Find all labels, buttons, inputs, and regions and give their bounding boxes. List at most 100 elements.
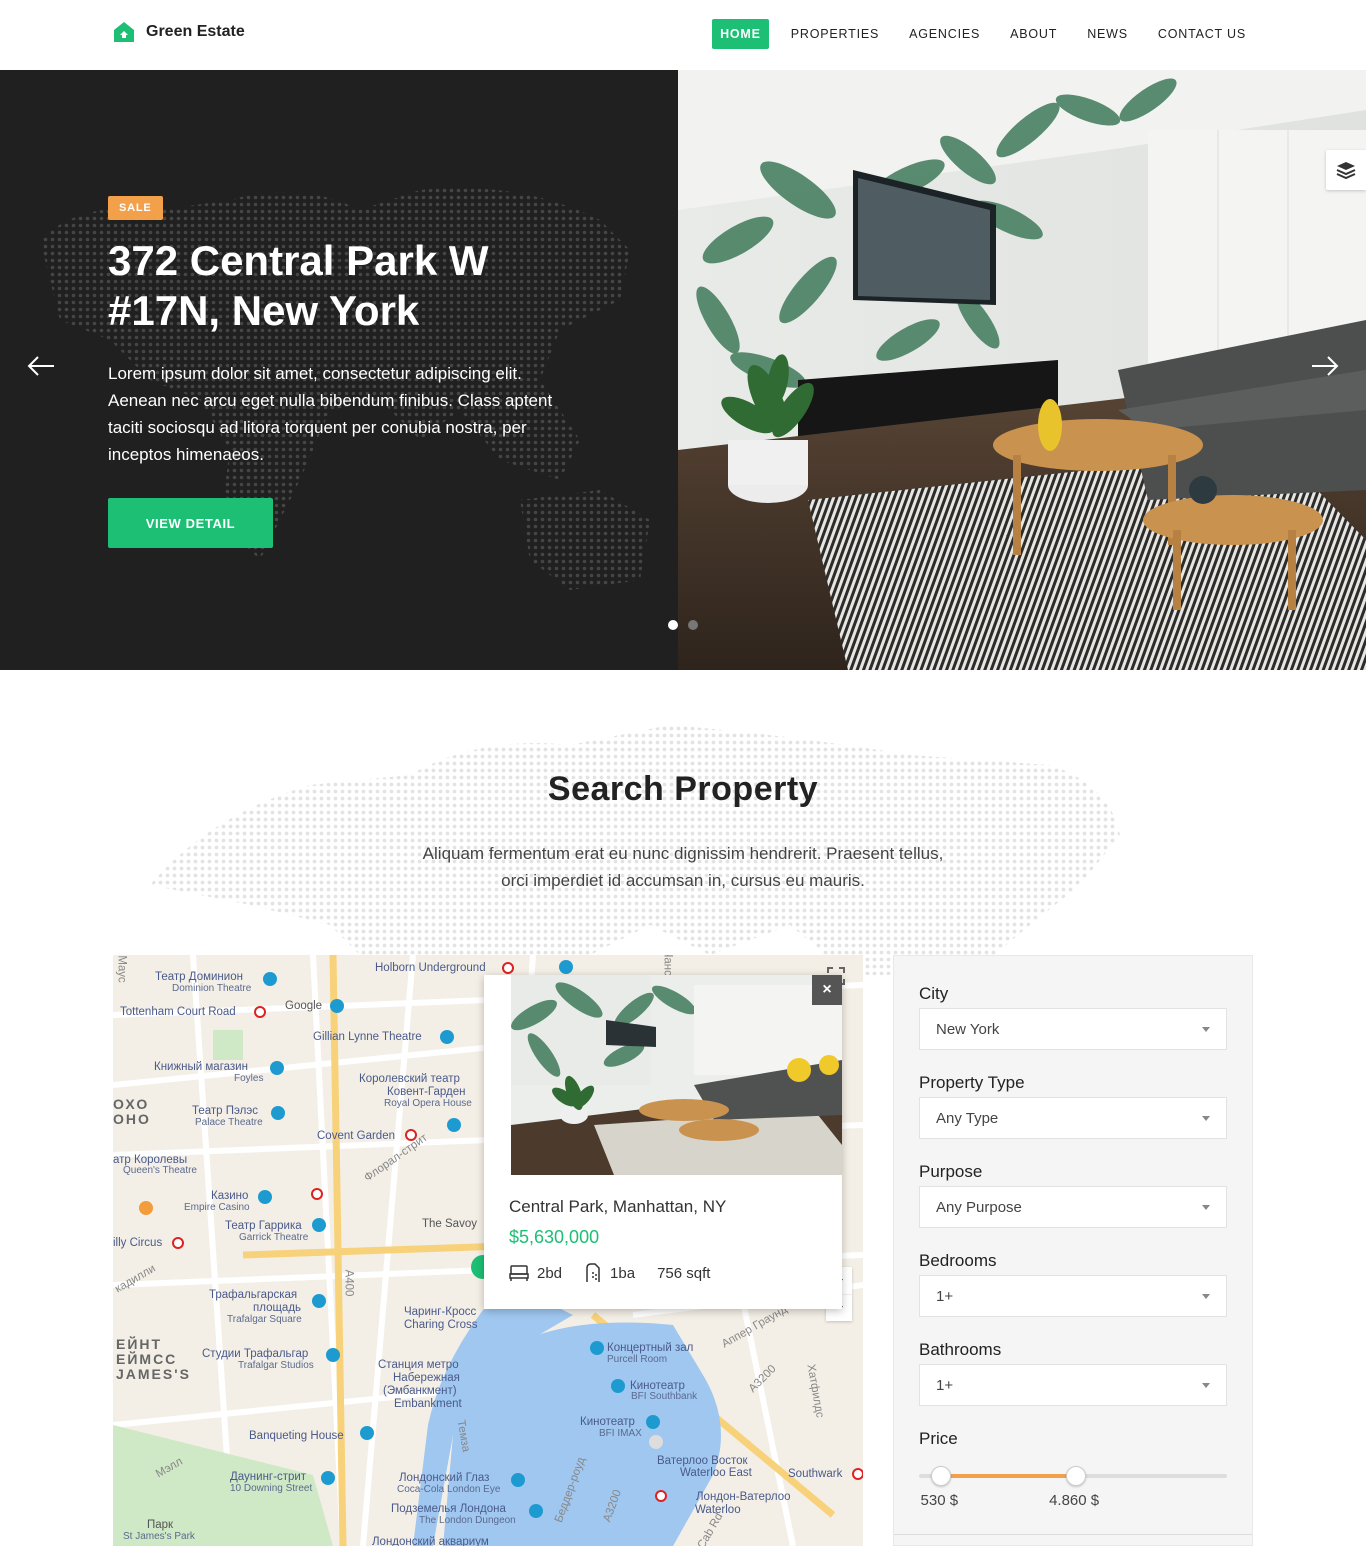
map-label: Tottenham Court Road [120,1006,236,1018]
map-label: площадь [253,1302,302,1314]
map-label: Empire Casino [184,1202,250,1213]
purpose-label: Purpose [919,1162,983,1181]
map-label: Foyles [234,1073,264,1084]
popup-meta: 2bd 1ba 756 sqft [509,1263,724,1283]
map-label: Banqueting House [249,1430,344,1442]
map-label: Trafalgar Square [227,1314,302,1325]
bathrooms-label: Bathrooms [919,1340,1002,1359]
home-icon [114,22,134,42]
nav-agencies[interactable]: AGENCIES [901,19,988,49]
map-label: Казино [211,1190,249,1202]
map-label: Маус [115,955,128,983]
property-popup[interactable]: Central Park, Manhattan, NY $5,630,000 2… [484,975,842,1309]
close-icon[interactable]: × [812,975,842,1005]
shower-icon [586,1263,600,1282]
hero-title-line2: #17N, New York [108,287,420,334]
map-label: Southwark [788,1468,843,1480]
map-label: Королевский театр [359,1073,460,1085]
bed-icon [509,1265,529,1281]
nav-properties[interactable]: PROPERTIES [783,19,887,49]
city-value: New York [936,1020,1000,1038]
map-label: Лондон-Ватерлоо [696,1491,791,1503]
map-label: (Эмбанкмент) [383,1385,457,1397]
area-info: 756 sqft [657,1265,710,1282]
site-header: Green Estate HOME PROPERTIES AGENCIES AB… [0,0,1366,70]
chevron-down-icon [1202,1204,1210,1210]
bathrooms-value: 1+ [936,1376,954,1394]
city-select[interactable]: New York [919,1008,1227,1050]
search-subtitle-line1: Aliquam fermentum erat eu nunc dignissim… [422,844,944,863]
bedrooms-label: Bedrooms [919,1251,997,1270]
map-label: ОНО [113,1111,151,1127]
popup-price: $5,630,000 [509,1227,600,1247]
purpose-select[interactable]: Any Purpose [919,1186,1227,1228]
slide-dot-1[interactable] [668,620,678,630]
map-label: Лондонский аквариум [372,1536,489,1546]
map-label: Концертный зал [607,1342,694,1354]
popup-address[interactable]: Central Park, Manhattan, NY [509,1197,726,1217]
arrow-left-icon[interactable] [26,354,56,378]
map-label: Даунинг-стрит [230,1471,307,1483]
arrow-right-icon[interactable] [1310,354,1340,378]
nav-contact[interactable]: CONTACT US [1150,19,1254,49]
map-label: JAMES'S [116,1366,191,1382]
map-label: Ковент-Гарден [387,1086,466,1098]
price-label: Price [919,1429,958,1448]
map-label: Кинотеатр [580,1416,635,1428]
map-label: ОХО [113,1096,150,1112]
price-max-value: 4.860 $ [1049,1492,1100,1509]
nav-home[interactable]: HOME [712,19,769,49]
area-value: 756 sqft [657,1264,711,1282]
map-label: ЕЙМСС [116,1351,178,1367]
map-label: Gillian Lynne Theatre [313,1031,422,1043]
hero-slider: SALE 372 Central Park W #17N, New York L… [0,70,1366,670]
map-label: Лондонский Глаз [399,1472,490,1484]
popup-room-photo[interactable] [484,975,842,1175]
bathrooms-select[interactable]: 1+ [919,1364,1227,1406]
map-label: 10 Downing Street [230,1483,313,1494]
brand-logo[interactable]: Green Estate [112,20,245,44]
brand-name: Green Estate [146,23,245,40]
property-type-value: Any Type [936,1109,999,1127]
property-type-select[interactable]: Any Type [919,1097,1227,1139]
view-detail-button[interactable]: VIEW DETAIL [108,498,273,548]
map-label: ЕЙНТ [116,1336,163,1352]
price-range-fill [940,1474,1077,1478]
map-label: Queen's Theatre [123,1165,197,1176]
map-label: Google [285,1000,323,1012]
map-label: Royal Opera House [384,1098,472,1109]
bedrooms-value: 1+ [936,1287,954,1305]
price-min-handle[interactable] [930,1466,951,1486]
map-label: BFI IMAX [599,1428,642,1439]
map-label: Garrick Theatre [239,1232,309,1243]
slider-pagination [668,620,698,630]
chevron-down-icon [1202,1026,1210,1032]
map-label: Covent Garden [317,1130,395,1142]
map-label: Charing Cross [404,1319,478,1331]
nav-news[interactable]: NEWS [1079,19,1136,49]
nav-about[interactable]: ABOUT [1002,19,1065,49]
map-label: St James's Park [123,1531,195,1542]
sale-badge: SALE [108,196,163,220]
price-max-handle[interactable] [1066,1466,1087,1486]
layers-button[interactable] [1326,150,1366,190]
map-label: Станция метро [378,1359,459,1371]
panel-divider [894,1534,1252,1535]
slide-dot-2[interactable] [688,620,698,630]
price-range-slider[interactable] [919,1466,1227,1486]
map-label: Holborn Underground [375,962,486,974]
layers-icon [1336,162,1356,180]
chevron-down-icon [1202,1115,1210,1121]
beds-info: 2bd [509,1264,562,1282]
map-label: Embankment [394,1398,462,1410]
chevron-down-icon [1202,1293,1210,1299]
chevron-down-icon [1202,1382,1210,1388]
baths-value: 1ba [610,1264,636,1282]
bedrooms-select[interactable]: 1+ [919,1275,1227,1317]
purpose-value: Any Purpose [936,1198,1022,1216]
map-label: Waterloo East [680,1467,752,1479]
search-filter-panel: City New York Property Type Any Type Pur… [893,955,1253,1546]
map-label: Palace Theatre [195,1117,263,1128]
map-label: Театр Пэлэс [192,1105,258,1117]
hero-title: 372 Central Park W #17N, New York [108,236,628,336]
